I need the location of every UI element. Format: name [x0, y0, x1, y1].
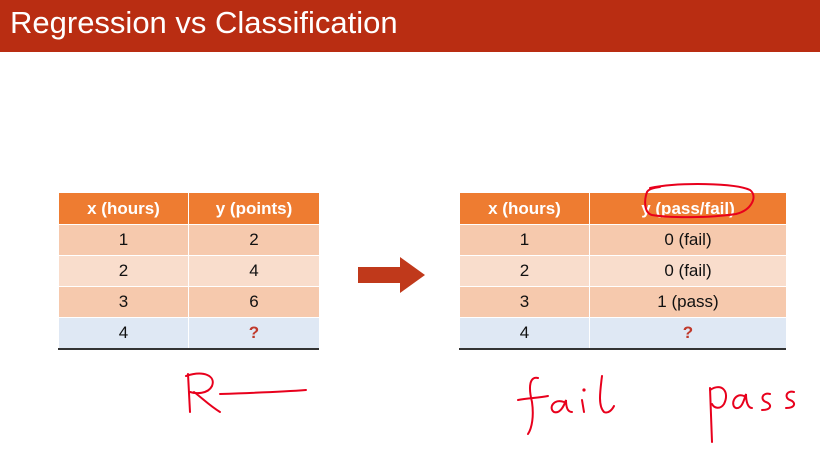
- column-header: x (hours): [58, 192, 189, 225]
- table-cell: 1: [58, 224, 189, 256]
- table-cell: 3: [58, 286, 189, 318]
- table-bottom-border: [58, 348, 319, 350]
- right-arrow-icon: [358, 257, 425, 293]
- column-header: y (points): [188, 192, 320, 225]
- table-header-row: x (hours) y (points): [58, 192, 320, 225]
- title-bar: Regression vs Classification: [0, 0, 820, 52]
- table-cell: 2: [188, 224, 320, 256]
- table-bottom-border: [459, 348, 786, 350]
- handwritten-pass-label: [709, 386, 796, 443]
- table-cell: 1: [459, 224, 590, 256]
- table-cell: 2: [459, 255, 590, 287]
- table-cell: 4: [58, 317, 189, 349]
- circle-highlight-icon: [644, 183, 755, 219]
- slide-title: Regression vs Classification: [10, 5, 398, 40]
- regression-table: x (hours) y (points) 1 2 2 4 3 6 4 ?: [58, 192, 320, 349]
- unknown-value-cell: ?: [188, 317, 320, 349]
- query-row: 4 ?: [459, 317, 787, 349]
- table-cell: 3: [459, 286, 590, 318]
- table-cell: 0 (fail): [589, 224, 787, 256]
- table-row: 2 0 (fail): [459, 255, 787, 287]
- table-cell: 0 (fail): [589, 255, 787, 287]
- table-row: 3 6: [58, 286, 320, 318]
- unknown-value-cell: ?: [589, 317, 787, 349]
- table-cell: 6: [188, 286, 320, 318]
- table-cell: 4: [188, 255, 320, 287]
- query-row: 4 ?: [58, 317, 320, 349]
- table-cell: 1 (pass): [589, 286, 787, 318]
- column-header: x (hours): [459, 192, 590, 225]
- handwritten-r-label: [185, 372, 307, 413]
- table-cell: 2: [58, 255, 189, 287]
- table-row: 1 0 (fail): [459, 224, 787, 256]
- table-row: 3 1 (pass): [459, 286, 787, 318]
- handwritten-fail-label: [517, 375, 615, 435]
- table-row: 2 4: [58, 255, 320, 287]
- table-cell: 4: [459, 317, 590, 349]
- table-row: 1 2: [58, 224, 320, 256]
